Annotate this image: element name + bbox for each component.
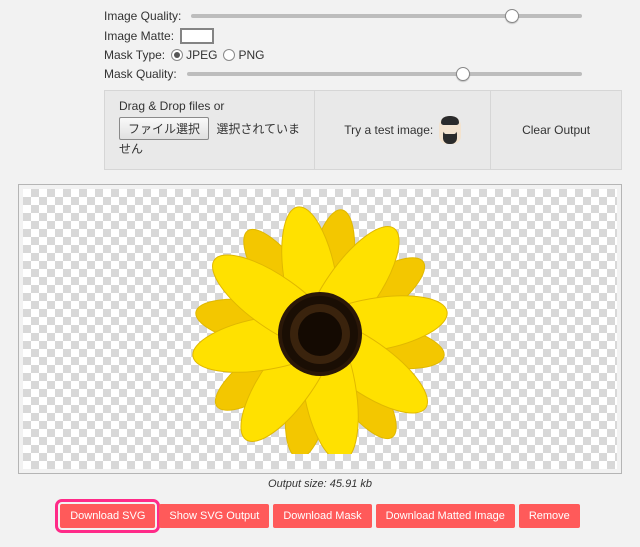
image-matte-label: Image Matte:	[104, 29, 174, 43]
input-panel: Drag & Drop files or ファイル選択 選択されていません Tr…	[104, 90, 622, 170]
image-quality-label: Image Quality:	[104, 9, 181, 23]
clear-output-label: Clear Output	[522, 123, 590, 137]
remove-button[interactable]: Remove	[519, 504, 580, 528]
mask-quality-label: Mask Quality:	[104, 67, 177, 81]
image-quality-slider[interactable]	[191, 8, 582, 24]
download-matted-image-button[interactable]: Download Matted Image	[376, 504, 515, 528]
mask-type-png-radio[interactable]: PNG	[223, 48, 264, 62]
output-canvas	[23, 189, 617, 469]
radio-icon	[171, 49, 183, 61]
file-select-button[interactable]: ファイル選択	[119, 117, 209, 140]
show-svg-output-button[interactable]: Show SVG Output	[159, 504, 269, 528]
slider-thumb[interactable]	[456, 67, 470, 81]
clear-output-button[interactable]: Clear Output	[491, 91, 621, 169]
mask-type-label: Mask Type:	[104, 48, 165, 62]
mask-type-jpeg-radio[interactable]: JPEG	[171, 48, 217, 62]
action-button-row: Download SVG Show SVG Output Download Ma…	[18, 504, 622, 528]
sunflower-image	[190, 204, 450, 454]
try-test-image-cell[interactable]: Try a test image:	[315, 91, 491, 169]
image-matte-swatch[interactable]	[180, 28, 214, 44]
slider-thumb[interactable]	[505, 9, 519, 23]
try-test-image-label: Try a test image:	[344, 123, 433, 137]
mask-type-jpeg-label: JPEG	[186, 48, 217, 62]
avatar-icon	[439, 116, 461, 144]
mask-quality-slider[interactable]	[187, 66, 582, 82]
drag-drop-hint: Drag & Drop files or	[119, 99, 300, 113]
radio-icon	[223, 49, 235, 61]
output-size-caption: Output size: 45.91 kb	[18, 478, 622, 490]
download-svg-button[interactable]: Download SVG	[60, 504, 155, 528]
drag-drop-zone[interactable]: Drag & Drop files or ファイル選択 選択されていません	[105, 91, 315, 169]
mask-type-png-label: PNG	[238, 48, 264, 62]
output-canvas-frame	[18, 184, 622, 474]
download-mask-button[interactable]: Download Mask	[273, 504, 371, 528]
